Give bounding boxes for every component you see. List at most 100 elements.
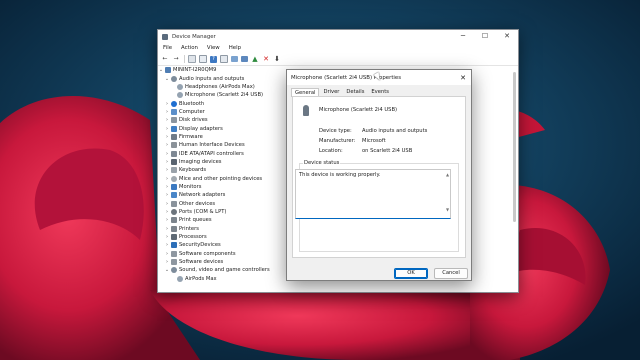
properties-icon[interactable] (188, 55, 196, 63)
chevron-right-icon[interactable]: › (164, 159, 170, 165)
ok-button[interactable]: OK (394, 268, 428, 279)
tree-item-display-adapters[interactable]: › Display adapters (158, 124, 288, 132)
status-scrollbar[interactable]: ▲ ▼ (446, 172, 449, 216)
chevron-down-icon[interactable]: ⌄ (164, 76, 170, 82)
chevron-right-icon[interactable]: › (164, 217, 170, 223)
chevron-right-icon[interactable]: › (164, 226, 170, 232)
chevron-right-icon[interactable]: › (164, 242, 170, 248)
tree-item-monitors[interactable]: › Monitors (158, 183, 288, 191)
manufacturer-value: Microsoft (362, 138, 386, 144)
tree-item-label: Display adapters (179, 125, 223, 132)
tree-item-software-components[interactable]: › Software components (158, 250, 288, 258)
tree-item-firmware[interactable]: › Firmware (158, 133, 288, 141)
tree-item-sound[interactable]: ⌄ Sound, video and game controllers (158, 266, 288, 274)
close-button[interactable]: ✕ (496, 30, 518, 43)
bluetooth-icon (171, 100, 177, 107)
device-status-legend: Device status (303, 160, 341, 166)
tree-item-ports[interactable]: › Ports (COM & LPT) (158, 208, 288, 216)
back-icon[interactable]: ← (161, 55, 169, 63)
maximize-button[interactable]: ☐ (474, 30, 496, 43)
tree-item-label: Software devices (179, 259, 224, 266)
scrollbar-thumb[interactable] (513, 72, 516, 222)
chevron-right-icon[interactable]: › (164, 167, 170, 173)
tree-item-label: Keyboards (179, 167, 207, 174)
tree-item-label: Printers (179, 225, 199, 232)
tree-item-hid[interactable]: › Human Interface Devices (158, 141, 288, 149)
device-status-textbox[interactable]: This device is working properly. ▲ ▼ (295, 169, 451, 219)
chevron-right-icon[interactable]: › (164, 192, 170, 198)
chevron-right-icon[interactable]: › (164, 234, 170, 240)
device-type-label: Device type: (319, 128, 352, 134)
software-icon (171, 250, 177, 257)
tree-item-label: Processors (179, 234, 207, 241)
tree-item-microphone[interactable]: Microphone (Scarlett 2i4 USB) (158, 91, 288, 99)
window-title: Device Manager (172, 33, 216, 40)
menu-help[interactable]: Help (229, 45, 241, 51)
dialog-close-button[interactable]: ✕ (455, 74, 471, 82)
tree-item-airpods[interactable]: AirPods Max (158, 275, 288, 283)
tree-item-audio[interactable]: ⌄ Audio inputs and outputs (158, 74, 288, 82)
chevron-right-icon[interactable]: › (164, 117, 170, 123)
chevron-right-icon[interactable]: › (164, 176, 170, 182)
cancel-button[interactable]: Cancel (434, 268, 468, 279)
manufacturer-label: Manufacturer: (319, 138, 356, 144)
chevron-right-icon[interactable]: › (164, 259, 170, 265)
tree-item-label: Bluetooth (179, 100, 205, 107)
tree-item-label: SecurityDevices (179, 242, 221, 249)
chevron-down-icon[interactable]: ⌄ (164, 267, 170, 273)
chevron-right-icon[interactable]: › (164, 134, 170, 140)
tree-item-software-devices[interactable]: › Software devices (158, 258, 288, 266)
view-icon[interactable] (220, 55, 228, 63)
tree-item-network[interactable]: › Network adapters (158, 191, 288, 199)
chevron-right-icon[interactable]: › (164, 142, 170, 148)
chevron-right-icon[interactable]: › (164, 209, 170, 215)
disable-icon[interactable]: ⬇ (273, 55, 281, 63)
menu-action[interactable]: Action (181, 45, 198, 51)
list-icon[interactable] (199, 55, 207, 63)
help-icon[interactable]: ? (210, 55, 217, 63)
camera-icon (171, 158, 177, 165)
chevron-right-icon[interactable]: › (164, 101, 170, 107)
monitor-icon[interactable] (241, 56, 248, 62)
chevron-right-icon[interactable]: › (164, 126, 170, 132)
tree-item-keyboards[interactable]: › Keyboards (158, 166, 288, 174)
uninstall-icon[interactable]: ✕ (262, 55, 270, 63)
chevron-right-icon[interactable]: › (164, 184, 170, 190)
tree-item-label: Print queues (179, 217, 212, 224)
minimize-button[interactable]: ─ (452, 30, 474, 43)
tree-item-headphones[interactable]: Headphones (AirPods Max) (158, 83, 288, 91)
location-label: Location: (319, 148, 343, 154)
tree-scrollbar[interactable] (513, 68, 516, 286)
microphone-icon (303, 105, 309, 116)
menu-file[interactable]: File (163, 45, 172, 51)
tree-item-computer[interactable]: › Computer (158, 108, 288, 116)
chevron-right-icon[interactable]: › (164, 151, 170, 157)
tree-item-security-devices[interactable]: › SecurityDevices (158, 241, 288, 249)
tree-item-disk-drives[interactable]: › Disk drives (158, 116, 288, 124)
chevron-right-icon[interactable]: › (164, 109, 170, 115)
chevron-right-icon[interactable]: › (164, 201, 170, 207)
tree-item-printers[interactable]: › Printers (158, 225, 288, 233)
chevron-right-icon[interactable]: › (164, 251, 170, 257)
tree-item-processors[interactable]: › Processors (158, 233, 288, 241)
update-driver-icon[interactable]: ▲ (251, 55, 259, 63)
menu-view[interactable]: View (207, 45, 220, 51)
forward-icon[interactable]: → (172, 55, 180, 63)
port-icon (171, 209, 177, 216)
tree-item-ide[interactable]: › IDE ATA/ATAPI controllers (158, 149, 288, 157)
tree-item-mice[interactable]: › Mice and other pointing devices (158, 174, 288, 182)
tree-item-label: Network adapters (179, 192, 226, 199)
computer-icon[interactable] (231, 56, 238, 62)
tree-item-label: Mice and other pointing devices (179, 175, 263, 182)
printer-icon (171, 225, 177, 232)
menu-bar: File Action View Help (158, 43, 518, 53)
security-icon (171, 242, 177, 249)
chevron-down-icon[interactable]: ⌄ (158, 67, 164, 73)
tree-item-bluetooth[interactable]: › Bluetooth (158, 99, 288, 107)
tree-root[interactable]: ⌄ MININT-I2R0QM9 (158, 66, 288, 74)
tree-item-imaging[interactable]: › Imaging devices (158, 158, 288, 166)
tree-item-label: Audio inputs and outputs (179, 75, 245, 82)
tree-item-print-queues[interactable]: › Print queues (158, 216, 288, 224)
printer-icon (171, 217, 177, 224)
tree-item-other-devices[interactable]: › Other devices (158, 200, 288, 208)
